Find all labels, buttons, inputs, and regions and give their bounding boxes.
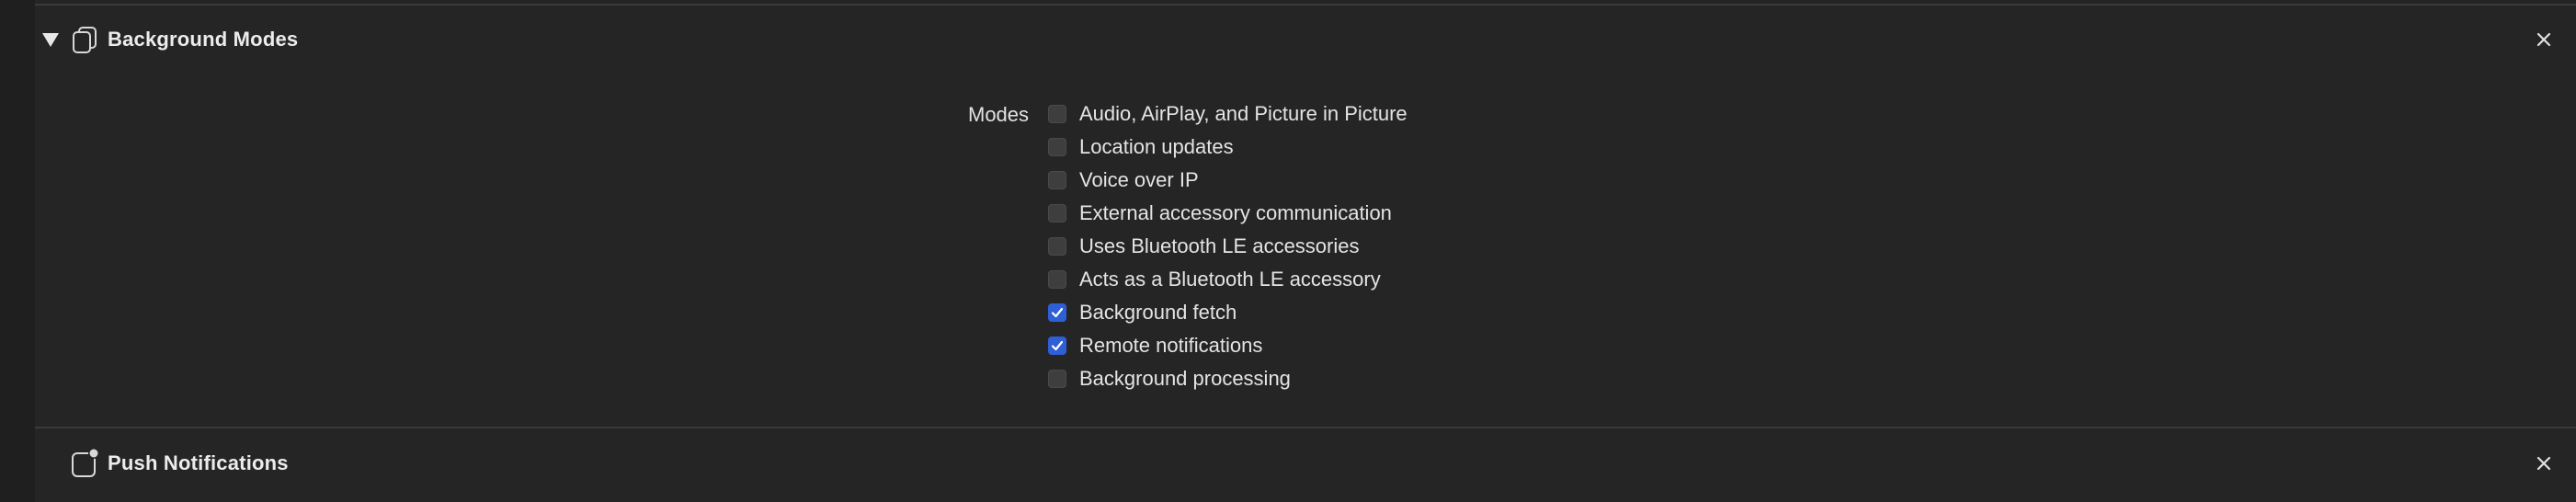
mode-background-fetch[interactable]: Background fetch bbox=[1048, 296, 1408, 329]
close-icon[interactable] bbox=[2534, 29, 2554, 50]
mode-label: Remote notifications bbox=[1079, 334, 1263, 357]
checkbox[interactable] bbox=[1048, 204, 1066, 222]
mode-label: Acts as a Bluetooth LE accessory bbox=[1079, 268, 1381, 291]
section-divider bbox=[35, 427, 2576, 428]
mode-label: External accessory communication bbox=[1079, 201, 1392, 224]
mode-remote-notifications[interactable]: Remote notifications bbox=[1048, 329, 1408, 362]
mode-audio-airplay-pip[interactable]: Audio, AirPlay, and Picture in Picture bbox=[1048, 97, 1408, 131]
modes-list: Audio, AirPlay, and Picture in Picture L… bbox=[1048, 97, 1408, 395]
checkbox[interactable] bbox=[1048, 337, 1066, 355]
mode-label: Audio, AirPlay, and Picture in Picture bbox=[1079, 102, 1408, 125]
checkbox[interactable] bbox=[1048, 303, 1066, 322]
checkbox[interactable] bbox=[1048, 270, 1066, 289]
background-modes-header: Background Modes bbox=[0, 21, 2576, 58]
mode-location-updates[interactable]: Location updates bbox=[1048, 131, 1408, 164]
modes-label: Modes bbox=[968, 103, 1030, 126]
checkbox[interactable] bbox=[1048, 105, 1066, 123]
mode-label: Background fetch bbox=[1079, 301, 1237, 324]
mode-bluetooth-le-accessories[interactable]: Uses Bluetooth LE accessories bbox=[1048, 230, 1408, 263]
mode-background-processing[interactable]: Background processing bbox=[1048, 362, 1408, 395]
checkbox[interactable] bbox=[1048, 171, 1066, 189]
checkbox[interactable] bbox=[1048, 237, 1066, 256]
push-notifications-icon bbox=[72, 448, 99, 477]
close-icon[interactable] bbox=[2534, 453, 2554, 473]
mode-external-accessory[interactable]: External accessory communication bbox=[1048, 197, 1408, 230]
checkbox[interactable] bbox=[1048, 138, 1066, 156]
mode-label: Uses Bluetooth LE accessories bbox=[1079, 234, 1360, 257]
push-notifications-header: Push Notifications bbox=[0, 445, 2576, 482]
top-divider bbox=[35, 4, 2576, 6]
section-title: Push Notifications bbox=[108, 451, 289, 474]
mode-voice-over-ip[interactable]: Voice over IP bbox=[1048, 164, 1408, 197]
mode-label: Location updates bbox=[1079, 135, 1234, 158]
mode-label: Background processing bbox=[1079, 367, 1291, 390]
section-title: Background Modes bbox=[108, 28, 299, 51]
background-modes-icon bbox=[73, 27, 97, 53]
mode-label: Voice over IP bbox=[1079, 168, 1199, 191]
disclosure-triangle-icon[interactable] bbox=[42, 32, 59, 47]
mode-acts-as-bluetooth-le-accessory[interactable]: Acts as a Bluetooth LE accessory bbox=[1048, 263, 1408, 296]
checkbox[interactable] bbox=[1048, 370, 1066, 388]
